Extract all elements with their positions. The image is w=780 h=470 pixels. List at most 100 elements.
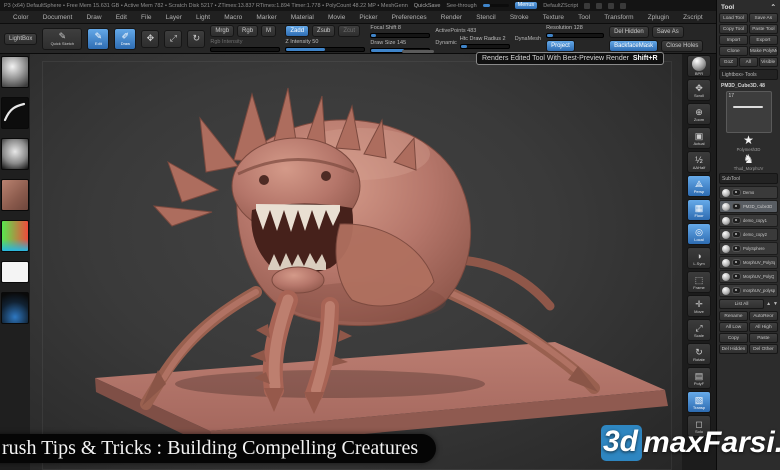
load-tool-button[interactable]: Load Tool: [719, 13, 748, 23]
paste-subtool-button[interactable]: Paste: [748, 333, 778, 343]
menu-item[interactable]: Movie: [328, 14, 345, 21]
current-brush-thumbnail[interactable]: [1, 56, 29, 88]
copy-tool-button[interactable]: Copy Tool: [719, 24, 748, 34]
subtool-row[interactable]: demo_copy1: [719, 214, 778, 227]
visibility-eye-icon[interactable]: [732, 203, 741, 210]
subtool-row[interactable]: demo_copy2: [719, 228, 778, 241]
zadd-button[interactable]: Zadd: [285, 25, 310, 37]
del-other-button[interactable]: Del Other: [748, 344, 778, 354]
play-zscript-icon[interactable]: [584, 2, 591, 9]
menu-item[interactable]: Marker: [256, 14, 276, 21]
actual-size-icon[interactable]: ▣ Actual: [687, 127, 711, 149]
menu-item[interactable]: Picker: [359, 14, 377, 21]
goz-visible-button[interactable]: Visible: [758, 57, 778, 67]
subtool-row[interactable]: Demo: [719, 186, 778, 199]
rgb-button[interactable]: Rgb: [237, 25, 259, 37]
bpr-render-icon[interactable]: BPR: [687, 55, 711, 77]
menu-item[interactable]: Preferences: [392, 14, 427, 21]
subtool-row[interactable]: morphUV_polysphere: [719, 284, 778, 297]
collapse-chevron-icon[interactable]: ⌃: [771, 3, 776, 11]
local-pivot-icon[interactable]: ◎ Local: [687, 223, 711, 245]
alpha-thumbnail[interactable]: [1, 138, 29, 170]
menu-item[interactable]: Tool: [578, 14, 590, 21]
stroke-type-thumbnail[interactable]: [1, 97, 29, 129]
menu-item[interactable]: Render: [441, 14, 462, 21]
visibility-eye-icon[interactable]: [732, 259, 741, 266]
subtool-up-arrow-icon[interactable]: ▲: [766, 301, 771, 307]
save-as-button[interactable]: Save As: [651, 25, 684, 38]
zsub-button[interactable]: Zsub: [312, 25, 336, 37]
clone-button[interactable]: Clone: [719, 46, 748, 56]
subtool-row[interactable]: MorphUV_PolySp: [719, 256, 778, 269]
menu-item[interactable]: Light: [196, 14, 210, 21]
rename-button[interactable]: Rename: [719, 311, 748, 321]
menu-item[interactable]: Document: [43, 14, 73, 21]
note-icon[interactable]: [608, 2, 615, 9]
polyframe-icon[interactable]: ▤ PolyF: [687, 367, 711, 389]
autoreorder-button[interactable]: AutoReor: [748, 311, 778, 321]
scroll-icon[interactable]: ✥ Scroll: [687, 79, 711, 101]
paste-tool-button[interactable]: Paste Tool: [748, 24, 778, 34]
quick-sketch-button[interactable]: ✎ Quick Sketch: [42, 27, 83, 50]
make-polymesh-button[interactable]: Make PolyMe: [748, 46, 778, 56]
zoom-icon[interactable]: ⊕ Zoom: [687, 103, 711, 125]
edit-mode-button[interactable]: ✎ Edit: [87, 27, 110, 50]
close-holes-button[interactable]: Close Holes: [661, 39, 704, 52]
menu-item[interactable]: Color: [13, 14, 29, 21]
htc-draw-radius-slider[interactable]: [459, 44, 510, 49]
menus-button[interactable]: Menus: [514, 2, 538, 9]
perspective-icon[interactable]: ⟁ Persp: [687, 175, 711, 197]
tool-preview[interactable]: 17: [725, 91, 772, 133]
dynamic-toggle[interactable]: Dynamic: [435, 40, 456, 46]
rgb-intensity-slider[interactable]: [210, 47, 281, 52]
subtool-row[interactable]: MorphUV_PolyQ: [719, 270, 778, 283]
material-thumbnail[interactable]: [1, 292, 29, 324]
move-icon[interactable]: ✛ Move: [687, 295, 711, 317]
transparency-icon[interactable]: ▧ Transp: [687, 391, 711, 413]
visibility-eye-icon[interactable]: [732, 273, 741, 280]
menu-item[interactable]: Transform: [604, 14, 633, 21]
visibility-eye-icon[interactable]: [732, 189, 741, 196]
goz-button[interactable]: GoZ: [719, 57, 738, 67]
del-hidden-button[interactable]: Del Hidden: [609, 25, 649, 38]
help-icon[interactable]: [620, 2, 627, 9]
see-through-slider[interactable]: [482, 4, 509, 7]
visibility-eye-icon[interactable]: [732, 287, 741, 294]
preview-slider[interactable]: [732, 106, 763, 108]
color-picker[interactable]: [1, 220, 29, 252]
lsym-icon[interactable]: ◑ L.Sym: [687, 247, 711, 269]
subtool-row[interactable]: PM3D_Cube3D: [719, 200, 778, 213]
menu-item[interactable]: Draw: [86, 14, 101, 21]
visibility-eye-icon[interactable]: [732, 245, 741, 252]
document-canvas[interactable]: [30, 54, 682, 470]
lightbox-button[interactable]: LightBox: [4, 32, 38, 45]
del-hidden-button[interactable]: Del Hidden: [719, 344, 748, 354]
menu-item[interactable]: File: [141, 14, 151, 21]
resolution-slider[interactable]: [546, 33, 605, 38]
zcut-button[interactable]: Zcut: [338, 25, 361, 37]
menu-item[interactable]: Material: [291, 14, 314, 21]
copy-subtool-button[interactable]: Copy: [719, 333, 748, 343]
backface-mask-button[interactable]: BackfaceMask: [609, 39, 659, 52]
menu-item[interactable]: Zscript: [683, 14, 703, 21]
z-intensity-slider[interactable]: [285, 47, 366, 52]
scale-icon[interactable]: ⤢ Scale: [687, 319, 711, 341]
shelf-scrollbar[interactable]: [402, 50, 434, 53]
menu-item[interactable]: Texture: [543, 14, 564, 21]
save-as-tool-button[interactable]: Save As: [748, 13, 778, 23]
all-low-button[interactable]: All Low: [719, 322, 748, 332]
project-button[interactable]: Project: [546, 40, 575, 52]
texture-thumbnail[interactable]: [1, 179, 29, 211]
focal-shift-slider[interactable]: [370, 32, 431, 38]
rotate-icon[interactable]: ↻ Rotate: [687, 343, 711, 365]
polymesh3d-tool[interactable]: ★ Polymesh3D: [719, 134, 778, 152]
menu-item[interactable]: Stroke: [510, 14, 529, 21]
scale-mode-button[interactable]: ⤢: [164, 29, 183, 48]
subtool-row[interactable]: PolySphere: [719, 242, 778, 255]
quicksave-button[interactable]: QuickSave: [414, 3, 441, 9]
subtool-down-arrow-icon[interactable]: ▼: [773, 301, 778, 307]
rotate-mode-button[interactable]: ↻: [187, 29, 206, 48]
menu-item[interactable]: Zplugin: [648, 14, 669, 21]
frame-icon[interactable]: ⬚ Frame: [687, 271, 711, 293]
visibility-eye-icon[interactable]: [732, 231, 741, 238]
